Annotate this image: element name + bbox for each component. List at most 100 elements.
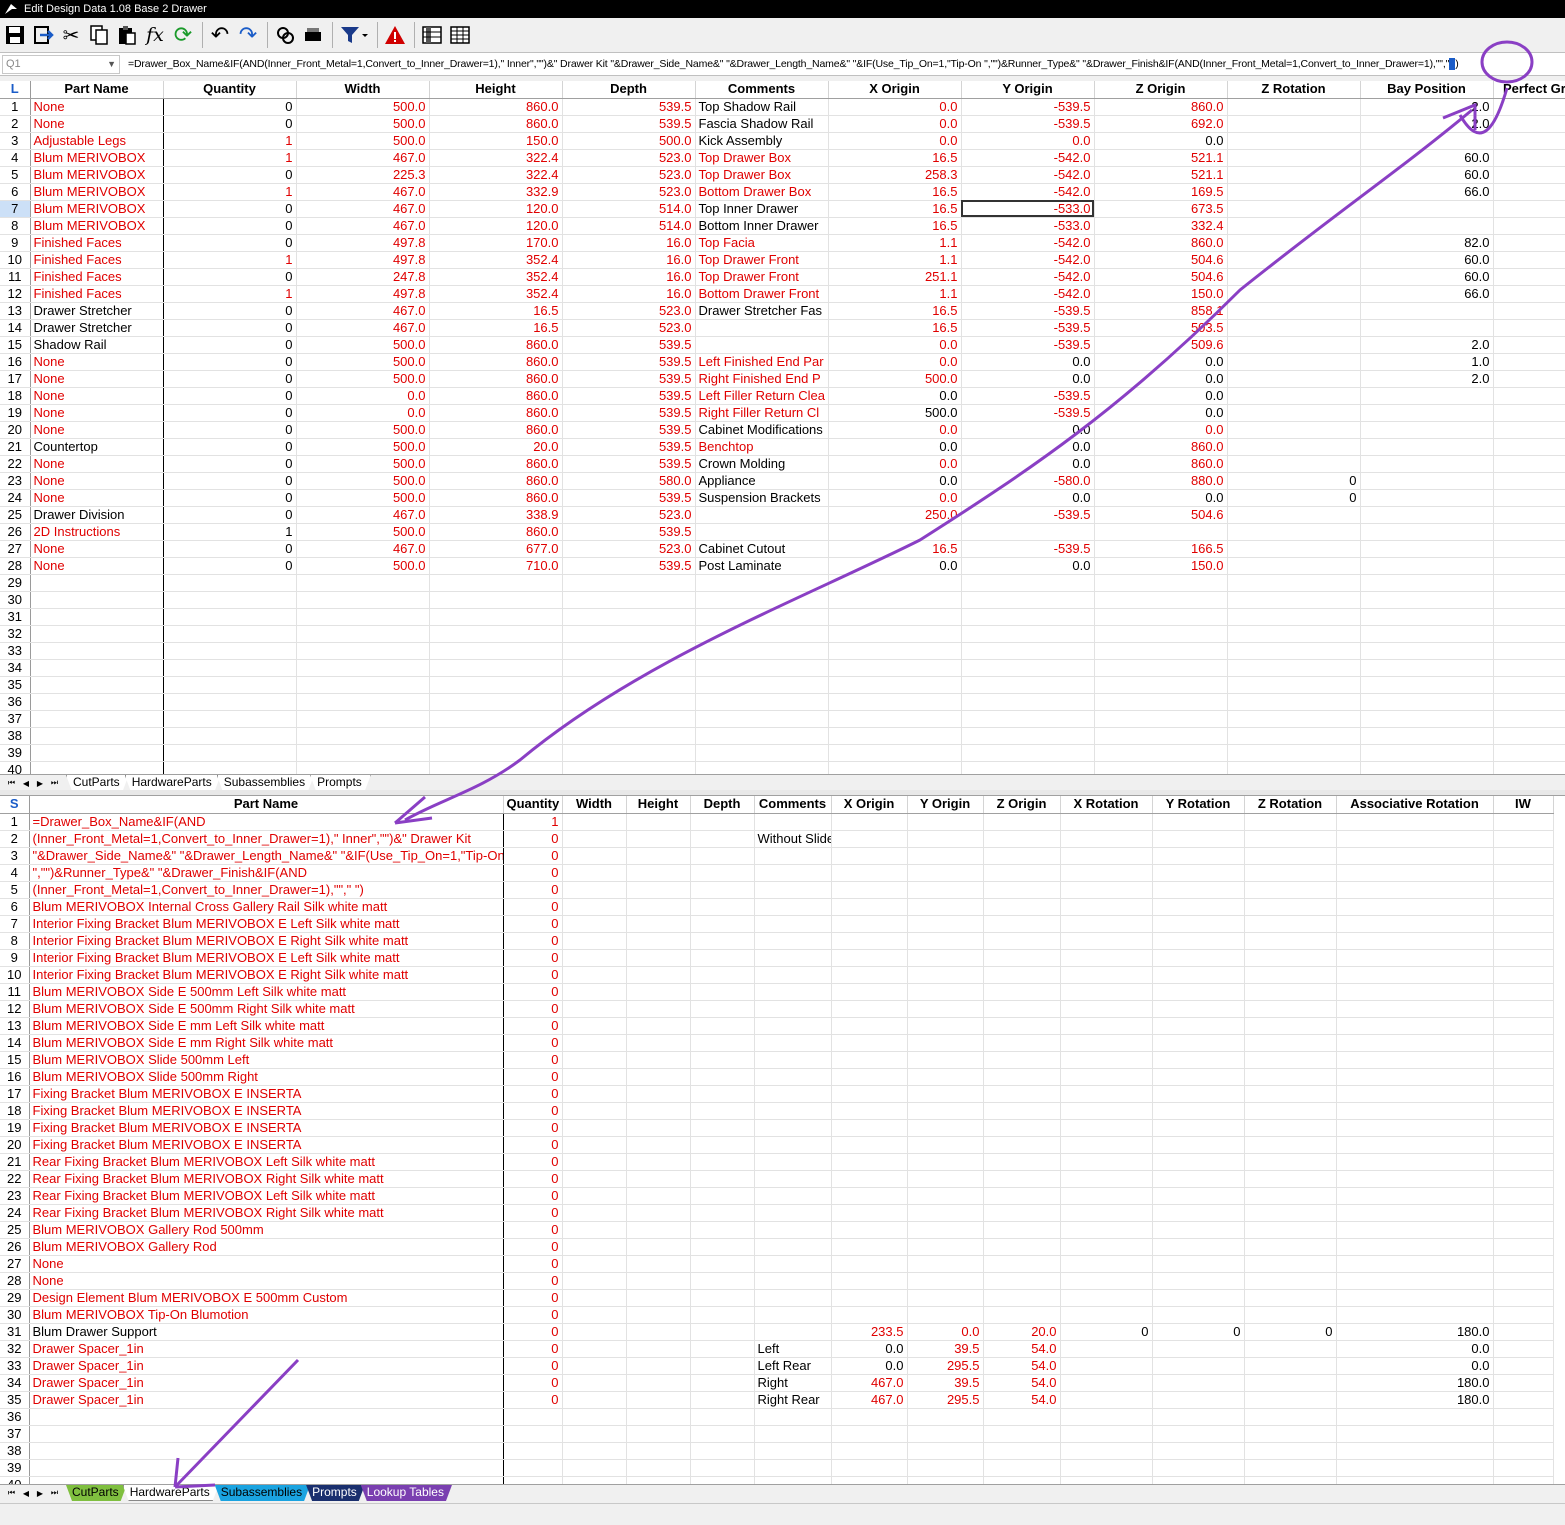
cell-width[interactable] [296,727,430,745]
cell-height[interactable] [626,881,691,899]
cell-width[interactable] [296,642,430,660]
cell-z-origin[interactable] [1094,591,1228,609]
cell-width[interactable] [562,830,627,848]
cell-depth[interactable] [690,949,755,967]
cell-part-name[interactable]: Blum MERIVOBOX [30,217,164,235]
cell-y-origin[interactable]: -542.0 [961,285,1095,303]
column-header-depth[interactable]: Depth [690,796,755,814]
cell-x-rotation[interactable] [1060,1017,1153,1035]
cell-depth[interactable] [562,591,696,609]
cell-x-origin[interactable]: 467.0 [831,1391,908,1409]
chevron-down-icon[interactable]: ▼ [107,56,116,73]
cell-iw[interactable] [1493,1425,1554,1443]
cell-y-origin[interactable]: 0.0 [961,489,1095,507]
column-header-x-origin[interactable]: X Origin [828,81,962,99]
row-header[interactable]: 14 [0,1034,30,1052]
cell-quantity[interactable]: 0 [503,966,563,984]
cell-y-rotation[interactable] [1152,1238,1245,1256]
cell-depth[interactable]: 539.5 [562,421,696,439]
tab-prompts[interactable]: Prompts [306,1485,365,1501]
cell-associative-rotation[interactable] [1336,1476,1494,1484]
cell-height[interactable] [626,864,691,882]
cell-part-name[interactable] [29,1459,504,1477]
cell-width[interactable] [296,676,430,694]
cell-depth[interactable] [690,1306,755,1324]
cell-x-origin[interactable]: 16.5 [828,183,962,201]
cell-x-rotation[interactable] [1060,1425,1153,1443]
cell-x-origin[interactable] [831,1102,908,1120]
cell-width[interactable]: 497.8 [296,251,430,269]
cell-y-origin[interactable] [907,847,984,865]
redo-icon[interactable]: ↷ [235,21,261,49]
cell-width[interactable] [562,983,627,1001]
cell-x-rotation[interactable] [1060,1289,1153,1307]
cell-height[interactable] [626,1272,691,1290]
cell-bay-position[interactable]: 82.0 [1360,234,1494,252]
cell-bay-position[interactable] [1360,506,1494,524]
cell-z-origin[interactable]: 20.0 [983,1323,1061,1341]
grid-icon[interactable] [447,21,473,49]
cell-width[interactable]: 500.0 [296,523,430,541]
cell-comments[interactable]: Top Drawer Front [695,268,829,286]
cell-depth[interactable] [690,1340,755,1358]
cell-comments[interactable] [754,1068,832,1086]
cell-comments[interactable] [754,847,832,865]
cell-quantity[interactable]: 0 [163,353,297,371]
cell-z-origin[interactable] [983,1136,1061,1154]
cell-quantity[interactable]: 0 [163,370,297,388]
cell-comments[interactable] [695,506,829,524]
cell-y-rotation[interactable] [1152,1255,1245,1273]
cell-quantity[interactable]: 0 [163,166,297,184]
column-header-z-origin[interactable]: Z Origin [983,796,1061,814]
row-header[interactable]: 14 [0,319,31,337]
cell-comments[interactable]: Cabinet Modifications [695,421,829,439]
cell-z-origin[interactable]: 332.4 [1094,217,1228,235]
cell-y-origin[interactable]: -533.0 [961,217,1095,235]
cell-y-origin[interactable] [907,1034,984,1052]
cell-height[interactable] [429,642,563,660]
cell-z-origin[interactable] [1094,659,1228,677]
cell-x-origin[interactable] [831,1476,908,1484]
cell-width[interactable] [562,1119,627,1137]
tab-subassemblies[interactable]: Subassemblies [215,1485,310,1501]
cell-part-name[interactable] [30,625,164,643]
cell-height[interactable] [626,1357,691,1375]
row-header[interactable]: 31 [0,608,31,626]
cell-y-rotation[interactable] [1152,898,1245,916]
cell-z-origin[interactable] [983,1238,1061,1256]
cell-x-origin[interactable] [831,1306,908,1324]
row-header[interactable]: 39 [0,1459,30,1477]
cell-perfect-gra[interactable] [1493,251,1565,269]
export-icon[interactable] [30,21,56,49]
cell-part-name[interactable] [30,574,164,592]
cell-part-name[interactable]: None [30,353,164,371]
cell-bay-position[interactable] [1360,489,1494,507]
cell-quantity[interactable]: 0 [503,949,563,967]
cell-quantity[interactable] [163,659,297,677]
row-header[interactable]: 31 [0,1323,30,1341]
cell-height[interactable] [626,1170,691,1188]
cell-depth[interactable] [690,830,755,848]
cell-y-origin[interactable] [907,813,984,831]
cell-height[interactable] [626,915,691,933]
cell-z-origin[interactable] [983,1017,1061,1035]
cell-y-origin[interactable] [907,864,984,882]
cell-perfect-gra[interactable] [1493,625,1565,643]
cell-iw[interactable] [1493,1374,1554,1392]
cell-x-rotation[interactable] [1060,1085,1153,1103]
cell-part-name[interactable] [30,642,164,660]
cell-perfect-gra[interactable] [1493,523,1565,541]
cell-comments[interactable]: Right Rear [754,1391,832,1409]
cell-y-rotation[interactable] [1152,1357,1245,1375]
cell-z-rotation[interactable] [1227,744,1361,762]
cell-height[interactable]: 20.0 [429,438,563,456]
cell-height[interactable] [626,1289,691,1307]
cell-z-rotation[interactable] [1244,1459,1337,1477]
cell-height[interactable]: 860.0 [429,489,563,507]
cell-x-origin[interactable] [831,1068,908,1086]
warning-icon[interactable] [382,21,408,49]
cell-width[interactable] [562,881,627,899]
cell-y-origin[interactable] [907,1459,984,1477]
cell-depth[interactable]: 539.5 [562,336,696,354]
cell-z-rotation[interactable] [1244,898,1337,916]
